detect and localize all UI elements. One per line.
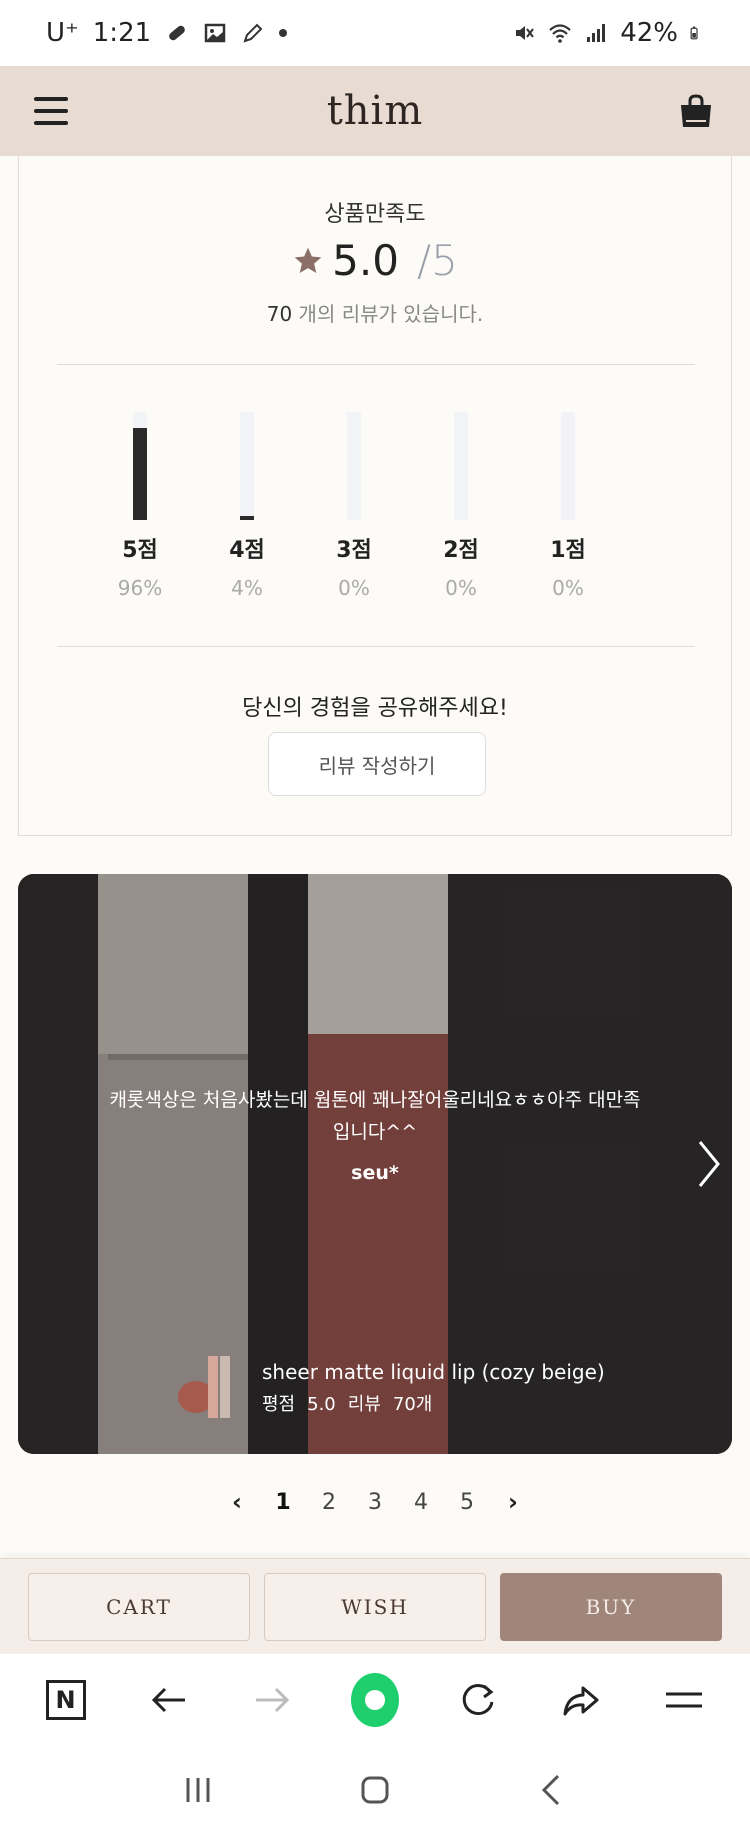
review-carousel-card[interactable]: 캐롯색상은 처음사봤는데 웜톤에 꽤나잘어울리네요ㅎㅎ아주 대만족입니다^^ s… (18, 874, 732, 1454)
bar-percent: 0% (338, 576, 370, 600)
system-nav-bar (0, 1746, 750, 1834)
bar-percent: 0% (552, 576, 584, 600)
battery-percent: 42% (620, 18, 678, 48)
rating-bar-5: 5점 96% (100, 412, 180, 600)
bar-label: 3점 (336, 538, 372, 563)
bar-track (347, 412, 361, 520)
rating-bar-1: 1점 0% (528, 412, 608, 600)
wish-button[interactable]: WISH (264, 1573, 486, 1641)
mute-icon (516, 26, 535, 40)
score-value: 5.0 (307, 1394, 336, 1415)
review-text: 캐롯색상은 처음사봤는데 웜톤에 꽤나잘어울리네요ㅎㅎ아주 대만족입니다^^ (109, 1089, 641, 1143)
bar-percent: 4% (231, 576, 263, 600)
bar-track (561, 412, 575, 520)
buy-button[interactable]: BUY (500, 1573, 722, 1641)
bar-fill (240, 516, 254, 520)
reviews-value: 70개 (392, 1394, 433, 1415)
rating-bar-2: 2점 0% (421, 412, 501, 600)
product-name[interactable]: sheer matte liquid lip (cozy beige) (262, 1360, 605, 1384)
rating-value: 5.0 (332, 236, 399, 285)
forward-arrow-icon[interactable] (248, 1676, 296, 1724)
green-dot-button[interactable] (350, 1673, 399, 1727)
dot-indicator (279, 29, 288, 37)
hamburger-menu-icon[interactable] (34, 97, 68, 125)
status-bar: U⁺ 1:21 42% (0, 0, 750, 66)
brand-logo[interactable]: thim (0, 88, 750, 134)
review-count-suffix: 개의 리뷰가 있습니다. (292, 302, 484, 326)
wifi-icon (549, 24, 571, 43)
share-experience-text: 당신의 경험을 공유해주세요! (242, 696, 508, 721)
divider (57, 364, 695, 365)
reviewer-name: seu* (351, 1162, 399, 1184)
bar-label: 1점 (550, 538, 586, 563)
page-4[interactable]: 4 (398, 1490, 444, 1515)
shopping-bag-icon[interactable] (676, 91, 716, 131)
review-count-number: 70 (266, 302, 293, 326)
recent-apps-icon[interactable] (178, 1770, 218, 1810)
prev-page-icon[interactable]: ‹ (214, 1488, 260, 1516)
home-icon[interactable] (355, 1770, 395, 1810)
rating-bar-4: 4점 4% (207, 412, 287, 600)
product-meta: 평점 5.0 리뷰 70개 (262, 1390, 444, 1416)
bar-label: 4점 (229, 538, 265, 563)
page-5[interactable]: 5 (444, 1490, 490, 1515)
back-arrow-icon[interactable] (145, 1676, 193, 1724)
pen-icon (243, 23, 263, 43)
menu-lines-icon[interactable] (660, 1676, 708, 1724)
refresh-icon[interactable] (454, 1676, 502, 1724)
naver-n-icon: N (45, 1680, 86, 1720)
page-3[interactable]: 3 (352, 1490, 398, 1515)
back-nav-icon[interactable] (532, 1770, 572, 1810)
rating-max: /5 (416, 236, 458, 285)
bar-track (454, 412, 468, 520)
signal-icon (587, 24, 606, 42)
next-page-icon[interactable]: › (490, 1488, 536, 1516)
clock: 1:21 (92, 18, 152, 48)
product-thumbnail[interactable] (176, 1352, 236, 1422)
naver-home-button[interactable]: N (42, 1676, 90, 1724)
write-review-button[interactable]: 리뷰 작성하기 (268, 732, 486, 796)
score-label: 평점 (262, 1394, 296, 1415)
rating-row: 5.0 /5 (19, 236, 731, 285)
bar-track (133, 412, 147, 520)
pill-icon (169, 25, 185, 41)
bar-percent: 0% (445, 576, 477, 600)
app-header: thim (0, 66, 750, 156)
divider (57, 646, 695, 647)
purchase-action-bar: CART WISH BUY (0, 1558, 750, 1654)
reviews-label: 리뷰 (347, 1394, 381, 1415)
rating-summary-card: 상품만족도 5.0 /5 70 개의 리뷰가 있습니다. 5점 96% 4점 4… (18, 156, 732, 836)
page-1[interactable]: 1 (260, 1490, 306, 1515)
star-icon (294, 247, 322, 273)
green-dot-icon (350, 1673, 399, 1727)
carrier-label: U⁺ (46, 18, 79, 48)
cart-button[interactable]: CART (28, 1573, 250, 1641)
rating-distribution: 5점 96% 4점 4% 3점 0% 2점 0% 1점 0% (19, 412, 731, 600)
bar-label: 2점 (443, 538, 479, 563)
bar-percent: 96% (117, 576, 163, 600)
browser-toolbar: N (0, 1654, 750, 1746)
battery-icon (690, 26, 698, 40)
share-icon[interactable] (557, 1676, 605, 1724)
pagination: ‹ 1 2 3 4 5 › (0, 1488, 750, 1516)
satisfaction-title: 상품만족도 (324, 202, 426, 227)
chevron-right-icon[interactable] (694, 1136, 724, 1192)
gallery-icon (204, 23, 226, 43)
rating-bar-3: 3점 0% (314, 412, 394, 600)
bar-label: 5점 (122, 538, 158, 563)
bar-fill (133, 427, 147, 520)
page-2[interactable]: 2 (306, 1490, 352, 1515)
review-count: 70 개의 리뷰가 있습니다. (19, 298, 731, 327)
bar-track (240, 412, 254, 520)
